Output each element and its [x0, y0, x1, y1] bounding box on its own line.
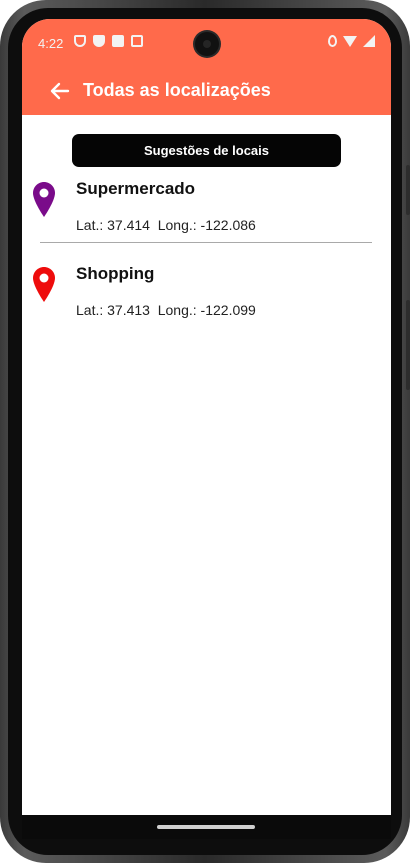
arrow-left-icon[interactable]	[48, 79, 72, 103]
location-icon	[328, 35, 337, 47]
cellular-signal-icon	[363, 35, 375, 47]
privacy-icon	[74, 35, 86, 47]
map-pin-icon	[32, 181, 56, 219]
system-icons	[328, 35, 375, 47]
status-bar: 4:22	[22, 19, 391, 67]
status-time: 4:22	[38, 36, 64, 51]
screen: 4:22 Todas as localizações Sugestões de …	[22, 19, 391, 839]
location-coordinates: Lat.: 37.413 Long.: -122.099	[76, 302, 256, 318]
front-camera	[195, 32, 219, 56]
sd-card-icon	[112, 35, 124, 47]
home-gesture-handle[interactable]	[157, 825, 255, 829]
map-pin-icon	[32, 266, 56, 304]
location-name: Shopping	[76, 264, 155, 283]
divider	[40, 242, 372, 243]
top-bar: 4:22 Todas as localizações	[22, 19, 391, 115]
suggestions-button[interactable]: Sugestões de locais	[72, 134, 341, 167]
notification-icon	[131, 35, 143, 47]
volume-button	[406, 165, 410, 215]
power-button	[406, 300, 410, 390]
page-title: Todas as localizações	[83, 80, 271, 100]
wifi-icon	[343, 35, 357, 47]
location-item-shopping[interactable]: Shopping Lat.: 37.413 Long.: -122.099	[22, 260, 391, 342]
location-item-supermercado[interactable]: Supermercado Lat.: 37.414 Long.: -122.08…	[22, 175, 391, 257]
location-coordinates: Lat.: 37.414 Long.: -122.086	[76, 217, 256, 233]
navigation-bar	[22, 815, 391, 839]
app-bar: Todas as localizações	[22, 67, 391, 115]
security-icon	[93, 35, 105, 47]
phone-frame: 4:22 Todas as localizações Sugestões de …	[0, 0, 410, 863]
location-name: Supermercado	[76, 179, 196, 198]
notification-icons	[74, 35, 143, 47]
